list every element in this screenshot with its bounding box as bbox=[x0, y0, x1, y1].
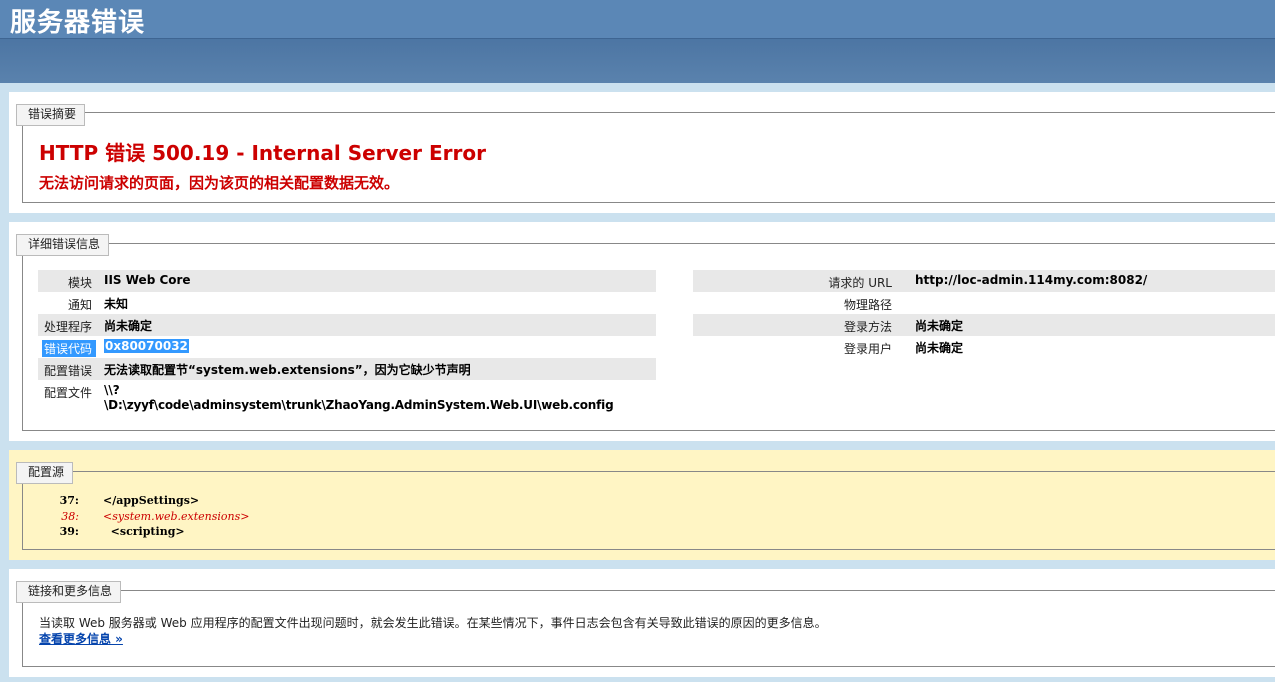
error-subtitle: 无法访问请求的页面，因为该页的相关配置数据无效。 bbox=[39, 174, 400, 192]
detail-row-module: 模块 IIS Web Core bbox=[38, 270, 656, 292]
page-title: 服务器错误 bbox=[10, 8, 146, 38]
code-line: 39: <scripting> bbox=[39, 525, 439, 539]
detail-value: 尚未确定 bbox=[915, 319, 964, 333]
code-line-number: 37: bbox=[59, 494, 79, 507]
code-line-number: 39: bbox=[59, 525, 79, 538]
detail-value: 尚未确定 bbox=[104, 319, 153, 333]
detail-label: 登录方法 bbox=[843, 320, 892, 334]
detail-row-logon-method: 登录方法 尚未确定 bbox=[693, 314, 1275, 336]
detail-value-line2: \D:\zyyf\code\adminsystem\trunk\ZhaoYang… bbox=[104, 398, 614, 412]
code-line-highlighted: 38: <system.web.extensions> bbox=[39, 510, 439, 524]
detail-label: 请求的 URL bbox=[828, 276, 892, 290]
code-line: 37: </appSettings> bbox=[39, 494, 439, 508]
detail-row-error-code: 错误代码 0x80070032 bbox=[38, 336, 656, 358]
page-header: 服务器错误 bbox=[0, 0, 1275, 83]
error-detail-legend: 详细错误信息 bbox=[16, 234, 110, 256]
view-more-info-link[interactable]: 查看更多信息 » bbox=[39, 630, 123, 647]
detail-row-notification: 通知 未知 bbox=[38, 292, 656, 314]
detail-label: 处理程序 bbox=[43, 320, 92, 334]
more-info-text: 当读取 Web 服务器或 Web 应用程序的配置文件出现问题时，就会发生此错误。… bbox=[39, 616, 827, 630]
detail-row-logon-user: 登录用户 尚未确定 bbox=[693, 336, 1275, 358]
detail-row-physical-path: 物理路径 bbox=[693, 292, 1275, 314]
error-summary-legend: 错误摘要 bbox=[16, 104, 86, 126]
detail-row-request-url: 请求的 URL http://loc-admin.114my.com:8082/ bbox=[693, 270, 1275, 292]
detail-value: 无法读取配置节“system.web.extensions”，因为它缺少节声明 bbox=[104, 363, 471, 377]
detail-value: 未知 bbox=[104, 297, 129, 311]
detail-row-handler: 处理程序 尚未确定 bbox=[38, 314, 656, 336]
detail-label: 通知 bbox=[67, 298, 92, 312]
header-divider bbox=[0, 38, 1275, 39]
detail-row-config-error: 配置错误 无法读取配置节“system.web.extensions”，因为它缺… bbox=[38, 358, 656, 380]
code-line-text: </appSettings> bbox=[103, 494, 200, 507]
detail-value: IIS Web Core bbox=[104, 273, 191, 287]
code-line-text: <scripting> bbox=[103, 525, 185, 538]
detail-value: http://loc-admin.114my.com:8082/ bbox=[915, 273, 1148, 287]
detail-value-line1: \\? bbox=[104, 383, 120, 397]
config-source-legend: 配置源 bbox=[16, 462, 74, 484]
detail-label: 错误代码 bbox=[42, 340, 96, 357]
detail-row-config-file: 配置文件 \\? \D:\zyyf\code\adminsystem\trunk… bbox=[38, 380, 656, 414]
code-line-text: <system.web.extensions> bbox=[103, 510, 250, 523]
detail-label: 配置文件 bbox=[43, 386, 92, 400]
detail-label: 物理路径 bbox=[843, 298, 892, 312]
detail-value: 0x80070032 bbox=[104, 339, 189, 353]
detail-label: 模块 bbox=[67, 276, 92, 290]
more-info-legend: 链接和更多信息 bbox=[16, 581, 122, 603]
detail-label: 配置错误 bbox=[43, 364, 92, 378]
detail-value: 尚未确定 bbox=[915, 341, 964, 355]
error-title: HTTP 错误 500.19 - Internal Server Error bbox=[39, 141, 486, 165]
detail-label: 登录用户 bbox=[843, 342, 892, 356]
code-line-number: 38: bbox=[61, 510, 79, 523]
